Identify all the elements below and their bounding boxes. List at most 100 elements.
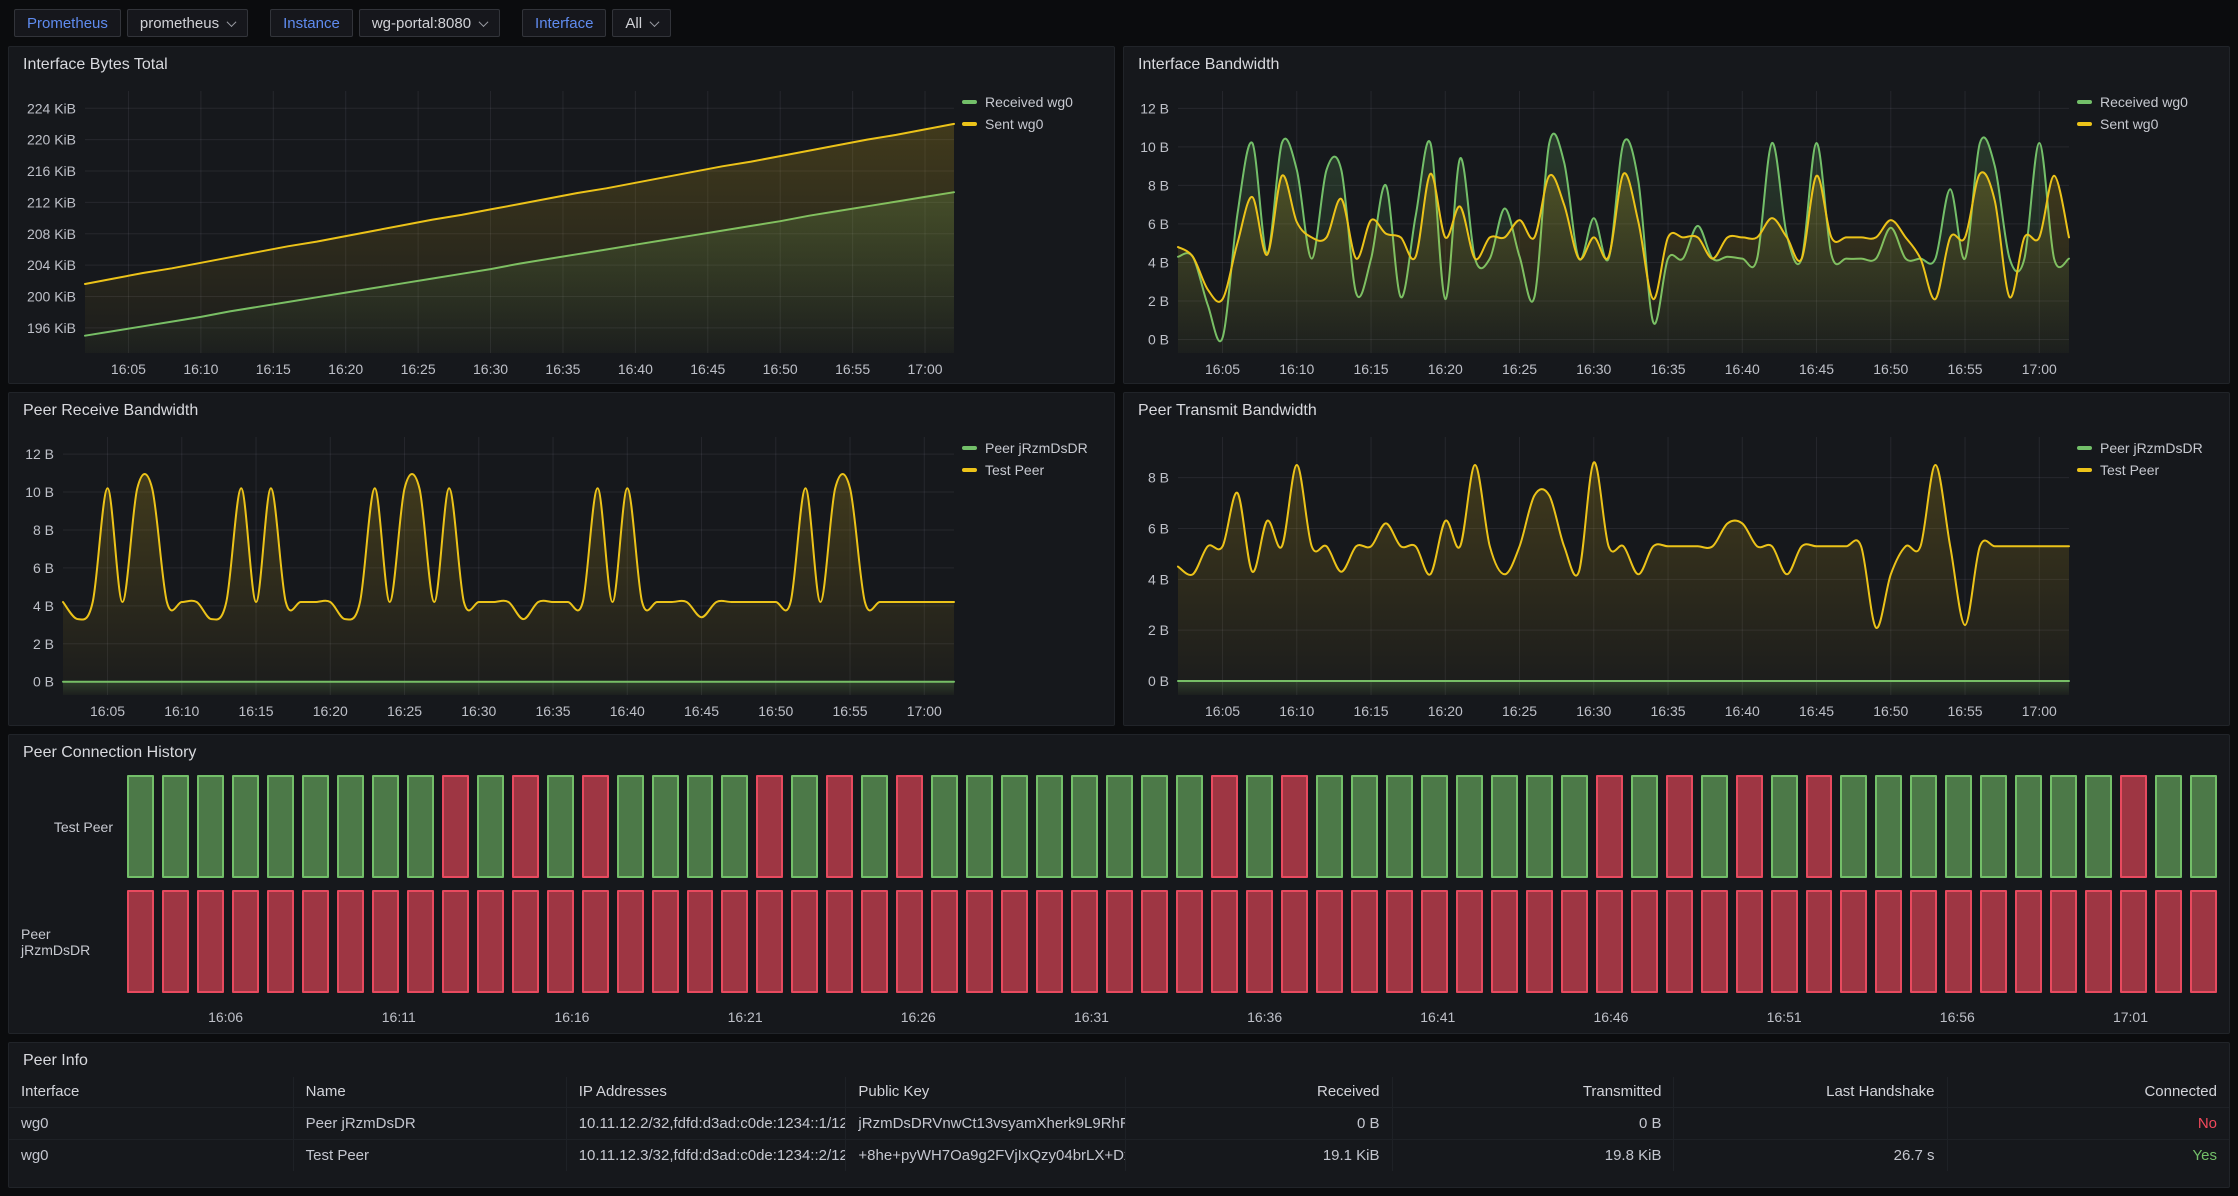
column-header-transmitted[interactable]: Transmitted <box>1392 1077 1674 1107</box>
status-bar-up <box>1106 775 1133 878</box>
panel-peer-transmit-bandwidth: Peer Transmit Bandwidth 16:0516:1016:151… <box>1123 392 2230 726</box>
column-header-received[interactable]: Received <box>1126 1077 1392 1107</box>
svg-text:16:20: 16:20 <box>1428 361 1463 377</box>
dashboard-row-4: Peer Info InterfaceNameIP AddressesPubli… <box>8 1042 2230 1188</box>
status-x-tick: 16:16 <box>485 1005 658 1029</box>
column-header-public-key[interactable]: Public Key <box>846 1077 1126 1107</box>
peer-receive-bandwidth-plot[interactable]: 16:0516:1016:1516:2016:2516:3016:3516:40… <box>9 423 962 725</box>
interface-bytes-total-plot[interactable]: 16:0516:1016:1516:2016:2516:3016:3516:40… <box>9 77 962 383</box>
column-header-name[interactable]: Name <box>293 1077 566 1107</box>
svg-text:16:55: 16:55 <box>1948 361 1983 377</box>
status-bar-down <box>1211 775 1238 878</box>
svg-text:16:25: 16:25 <box>387 703 422 719</box>
svg-text:16:05: 16:05 <box>1205 703 1240 719</box>
status-bar-up <box>477 775 504 878</box>
legend-swatch <box>962 100 977 104</box>
variable-group-instance: Instancewg-portal:8080 <box>270 9 500 37</box>
cell-received: 0 B <box>1126 1107 1392 1139</box>
legend-item[interactable]: Received wg0 <box>962 91 1104 113</box>
svg-text:16:45: 16:45 <box>690 361 725 377</box>
column-header-ip-addresses[interactable]: IP Addresses <box>566 1077 846 1107</box>
legend: Received wg0 Sent wg0 <box>2077 77 2229 383</box>
legend-item[interactable]: Peer jRzmDsDR <box>962 437 1104 459</box>
status-bar-up <box>1875 775 1902 878</box>
panel-title-interface-bandwidth[interactable]: Interface Bandwidth <box>1124 47 2229 77</box>
svg-text:16:20: 16:20 <box>328 361 363 377</box>
panel-title-peer-transmit-bandwidth[interactable]: Peer Transmit Bandwidth <box>1124 393 2229 423</box>
panel-title-peer-connection-history[interactable]: Peer Connection History <box>9 735 2229 765</box>
status-bar-up <box>1456 775 1483 878</box>
svg-text:17:00: 17:00 <box>908 361 943 377</box>
status-bar-down <box>721 890 748 993</box>
status-bar-down <box>1875 890 1902 993</box>
cell-public-key: +8he+pyWH7Oa9g2FVjIxQzy04brLX+Dx <box>846 1139 1126 1171</box>
peer-transmit-bandwidth-plot[interactable]: 16:0516:1016:1516:2016:2516:3016:3516:40… <box>1124 423 2077 725</box>
cell-public-key: jRzmDsDRVnwCt13vsyamXherk9L9RhRo <box>846 1107 1126 1139</box>
status-bar-down <box>896 890 923 993</box>
variable-group-prometheus: Prometheusprometheus <box>14 9 248 37</box>
status-x-tick: 16:06 <box>139 1005 312 1029</box>
status-bar-down <box>1526 890 1553 993</box>
panel-peer-connection-history: Peer Connection History Test PeerPeer jR… <box>8 734 2230 1034</box>
svg-text:16:05: 16:05 <box>111 361 146 377</box>
status-bar-down <box>1596 775 1623 878</box>
column-header-connected[interactable]: Connected <box>1947 1077 2229 1107</box>
svg-text:16:40: 16:40 <box>1725 361 1760 377</box>
variable-dropdown-instance[interactable]: wg-portal:8080 <box>359 9 500 37</box>
cell-ip-addresses: 10.11.12.2/32,fdfd:d3ad:c0de:1234::1/128 <box>566 1107 846 1139</box>
cell-connected: No <box>1947 1107 2229 1139</box>
status-bar-up <box>1561 775 1588 878</box>
variable-dropdown-prometheus[interactable]: prometheus <box>127 9 248 37</box>
legend-item[interactable]: Test Peer <box>2077 459 2219 481</box>
status-bar-up <box>966 775 993 878</box>
panel-title-peer-info[interactable]: Peer Info <box>9 1043 2229 1073</box>
status-bar-down <box>1736 890 1763 993</box>
dashboard-row-3: Peer Connection History Test PeerPeer jR… <box>8 734 2230 1034</box>
variable-value: All <box>625 15 642 32</box>
status-x-tick: 16:46 <box>1524 1005 1697 1029</box>
legend-item[interactable]: Sent wg0 <box>2077 113 2219 135</box>
status-x-tick: 16:41 <box>1351 1005 1524 1029</box>
status-bar-down <box>826 890 853 993</box>
legend-label: Sent wg0 <box>2100 116 2158 132</box>
legend-item[interactable]: Sent wg0 <box>962 113 1104 135</box>
svg-text:16:55: 16:55 <box>833 703 868 719</box>
status-bar-down <box>2015 890 2042 993</box>
svg-text:16:10: 16:10 <box>164 703 199 719</box>
legend-label: Peer jRzmDsDR <box>2100 440 2203 456</box>
panel-title-interface-bytes-total[interactable]: Interface Bytes Total <box>9 47 1114 77</box>
status-bar-down <box>1491 890 1518 993</box>
variable-group-interface: InterfaceAll <box>522 9 671 37</box>
svg-text:224 KiB: 224 KiB <box>27 100 76 116</box>
status-bar-down <box>2155 890 2182 993</box>
column-header-last-handshake[interactable]: Last Handshake <box>1674 1077 1947 1107</box>
svg-text:12 B: 12 B <box>1140 100 1169 116</box>
svg-text:4 B: 4 B <box>1148 254 1169 270</box>
svg-text:8 B: 8 B <box>33 522 54 538</box>
legend-item[interactable]: Received wg0 <box>2077 91 2219 113</box>
legend-item[interactable]: Test Peer <box>962 459 1104 481</box>
status-history-row: Test Peer <box>21 775 2217 878</box>
status-bar-down <box>2085 890 2112 993</box>
svg-text:204 KiB: 204 KiB <box>27 257 76 273</box>
cell-name: Test Peer <box>293 1139 566 1171</box>
status-bar-down <box>372 890 399 993</box>
status-bar-down <box>1945 890 1972 993</box>
variables-toolbar: Prometheusprometheus Instancewg-portal:80… <box>8 8 2230 38</box>
legend-item[interactable]: Peer jRzmDsDR <box>2077 437 2219 459</box>
svg-text:8 B: 8 B <box>1148 177 1169 193</box>
variable-dropdown-interface[interactable]: All <box>612 9 671 37</box>
variable-label: Prometheus <box>14 9 121 37</box>
status-bar-up <box>197 775 224 878</box>
status-bar-down <box>1771 890 1798 993</box>
column-header-interface[interactable]: Interface <box>9 1077 293 1107</box>
interface-bandwidth-plot[interactable]: 16:0516:1016:1516:2016:2516:3016:3516:40… <box>1124 77 2077 383</box>
svg-text:16:15: 16:15 <box>239 703 274 719</box>
status-bar-up <box>127 775 154 878</box>
status-bar-up <box>1771 775 1798 878</box>
status-bar-down <box>1281 775 1308 878</box>
svg-text:16:15: 16:15 <box>1354 361 1389 377</box>
panel-title-peer-receive-bandwidth[interactable]: Peer Receive Bandwidth <box>9 393 1114 423</box>
status-bar-down <box>512 775 539 878</box>
panel-peer-info: Peer Info InterfaceNameIP AddressesPubli… <box>8 1042 2230 1188</box>
